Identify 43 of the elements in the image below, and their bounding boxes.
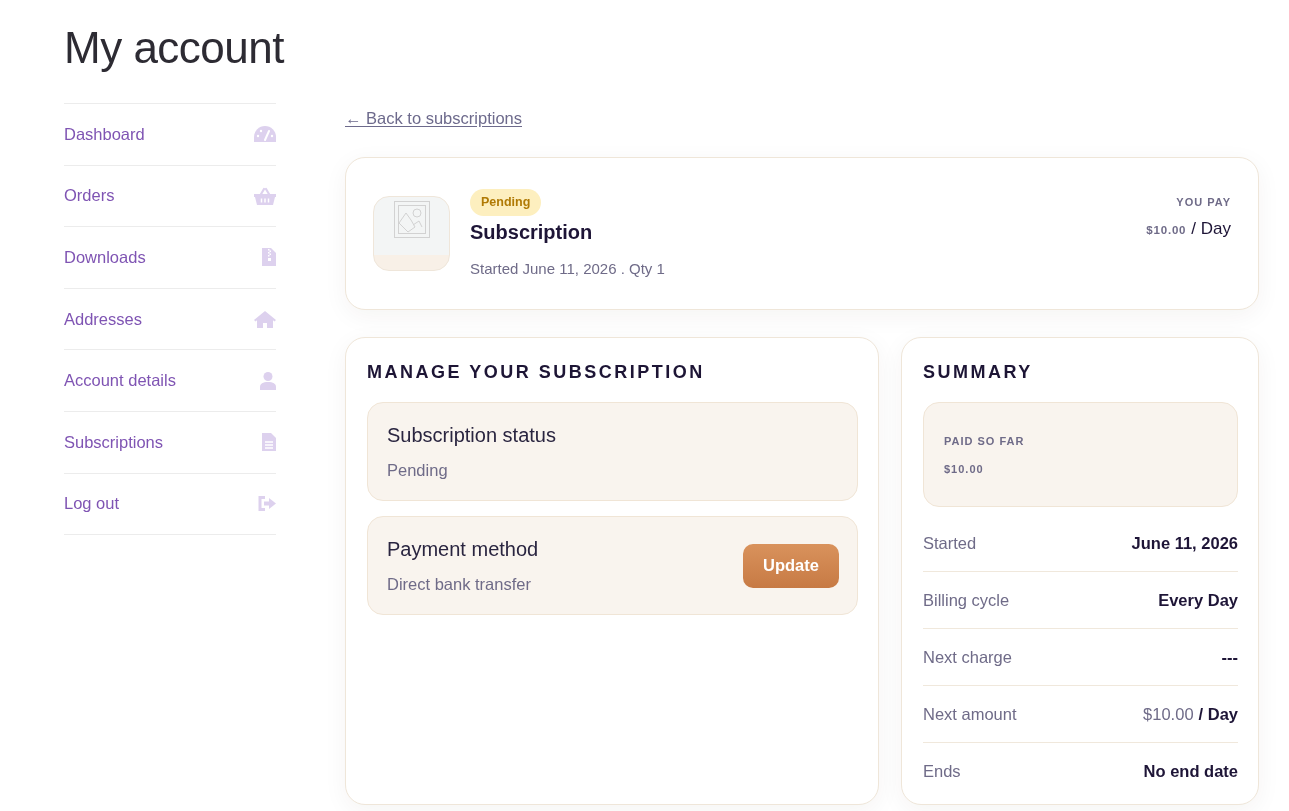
basket-icon xyxy=(254,186,276,205)
image-placeholder-icon xyxy=(393,201,430,238)
summary-label: Started xyxy=(923,533,977,553)
user-icon xyxy=(260,371,276,390)
sidebar-item[interactable]: Dashboard xyxy=(64,104,276,166)
sidebar-item[interactable]: Addresses xyxy=(64,288,276,351)
summary-label: Ends xyxy=(923,761,961,781)
you-pay-label: YOU PAY xyxy=(1175,195,1231,209)
page-title: My account xyxy=(64,22,284,74)
paid-value: $10.00 xyxy=(944,461,984,476)
summary-value: No end date xyxy=(1143,761,1238,781)
sidebar-item[interactable]: Account details xyxy=(64,350,276,412)
summary-label: Next charge xyxy=(923,647,1012,667)
summary-value: June 11, 2026 xyxy=(1131,533,1238,553)
paid-label: PAID SO FAR xyxy=(944,433,1025,448)
price-period: / Day xyxy=(1191,219,1231,239)
price-amount: $10.00 xyxy=(1143,704,1194,724)
panel-value: Pending xyxy=(387,459,449,481)
subscription-meta: Started June 11, 2026 . Qty 1 xyxy=(470,258,665,279)
update-button[interactable]: Update xyxy=(743,543,839,588)
summary-value: --- xyxy=(1221,647,1238,667)
subscription-name: Subscription xyxy=(470,219,593,245)
panel-title: Subscription status xyxy=(387,422,556,448)
gauge-icon xyxy=(254,126,276,143)
panel-title: Payment method xyxy=(387,536,539,562)
section-heading: MANAGE YOUR SUBSCRIPTION xyxy=(367,361,706,384)
section-heading: SUMMARY xyxy=(923,361,1034,384)
status-badge: Pending xyxy=(470,188,542,216)
logout-icon xyxy=(258,496,276,512)
back-link[interactable]: ← Back to subscriptions xyxy=(345,106,522,130)
summary-label: Next amount xyxy=(923,704,1017,724)
summary-value: Every Day xyxy=(1158,590,1238,610)
sidebar-item[interactable]: Downloads xyxy=(64,227,276,289)
sidebar-item[interactable]: Log out xyxy=(64,473,276,536)
summary-label: Billing cycle xyxy=(923,590,1010,610)
price-period: / Day xyxy=(1198,704,1238,724)
zip-file-icon xyxy=(262,248,276,267)
home-icon xyxy=(254,310,276,328)
sidebar-item[interactable]: Subscriptions xyxy=(64,411,276,474)
document-icon xyxy=(262,433,276,452)
price-amount: $10.00 xyxy=(1146,223,1187,238)
panel-value: Direct bank transfer xyxy=(387,573,532,595)
sidebar-item[interactable]: Orders xyxy=(64,165,276,228)
